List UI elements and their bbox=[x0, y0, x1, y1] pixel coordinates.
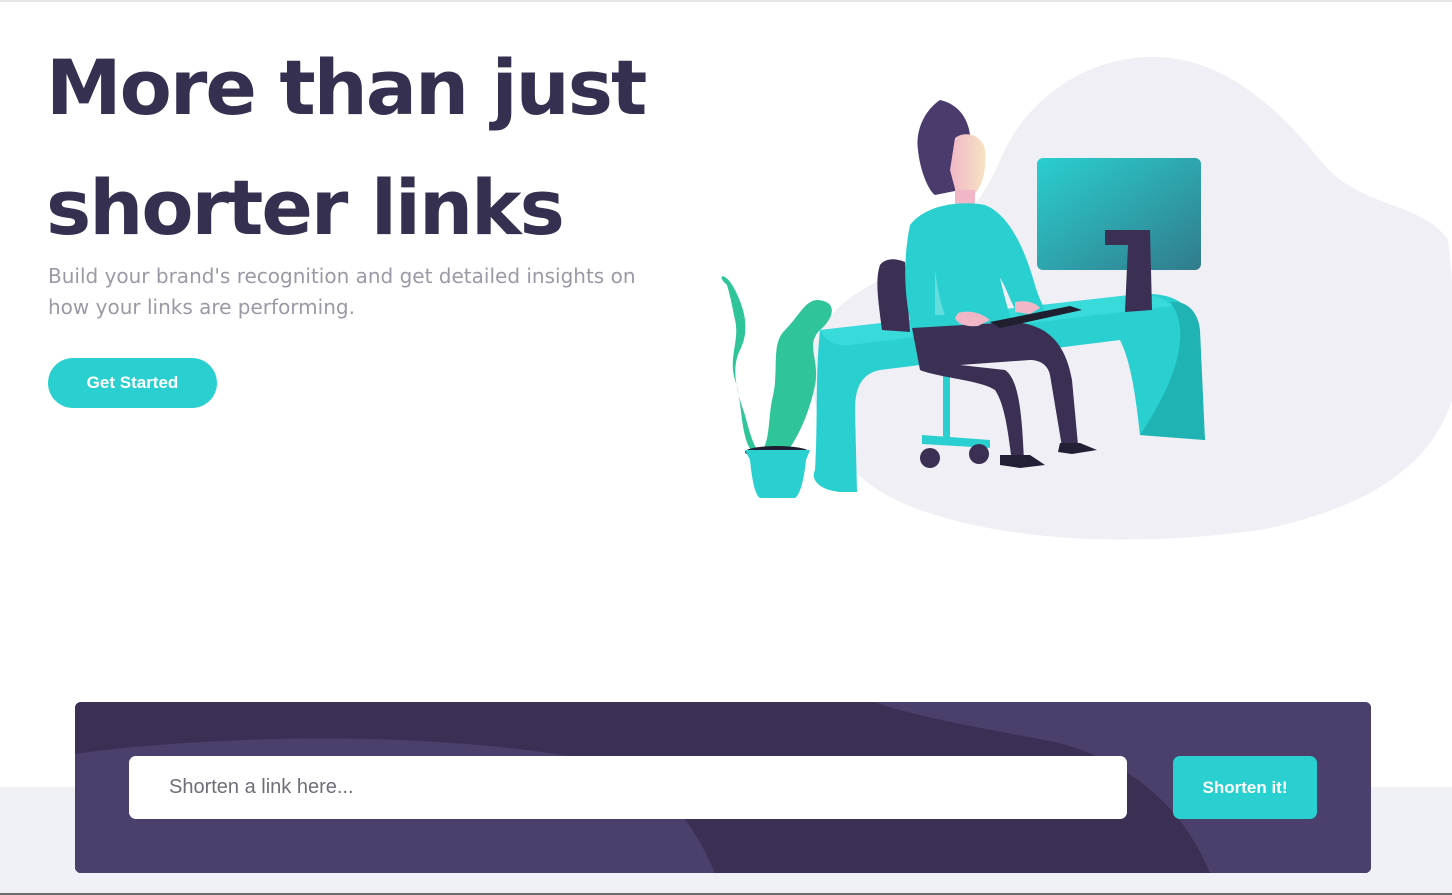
hero-subtitle: Build your brand's recognition and get d… bbox=[48, 264, 636, 319]
top-border bbox=[0, 0, 1452, 2]
person-working-illustration bbox=[721, 56, 1452, 540]
shorten-form: Shorten it! bbox=[75, 702, 1371, 873]
shorten-it-button[interactable]: Shorten it! bbox=[1173, 756, 1317, 819]
link-url-input[interactable] bbox=[129, 756, 1127, 819]
hero-title-line-1: More than just bbox=[46, 43, 647, 132]
hero-title-line-2: shorter links bbox=[46, 163, 565, 252]
hero-title: More than just shorter links bbox=[46, 28, 706, 268]
get-started-button[interactable]: Get Started bbox=[48, 358, 217, 408]
